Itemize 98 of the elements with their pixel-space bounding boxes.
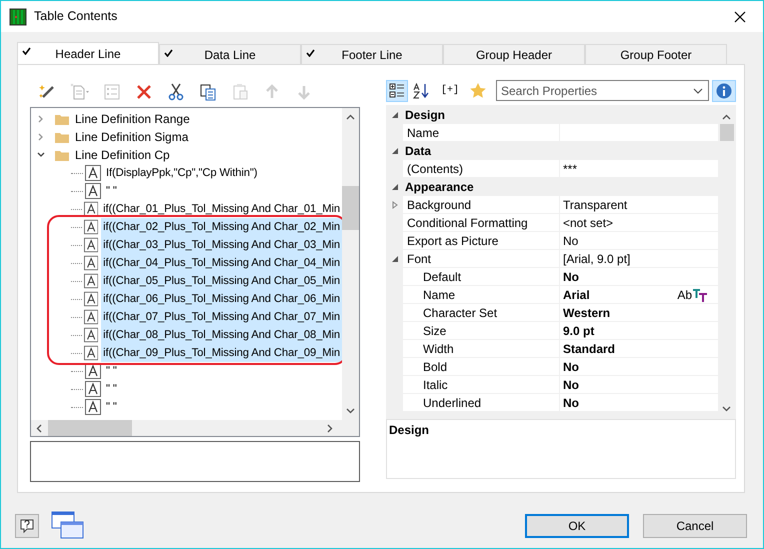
collapse-triangle-icon[interactable] — [391, 146, 399, 154]
property-name: Font — [407, 250, 432, 268]
categorized-view-button[interactable] — [386, 80, 408, 102]
expand-all-button[interactable]: [+] — [436, 80, 464, 102]
folder-icon — [54, 112, 70, 126]
category-header: Appearance — [404, 178, 474, 195]
scrollbar-thumb[interactable] — [720, 124, 734, 141]
property-name: Export as Picture — [407, 232, 498, 250]
property-name: Width — [423, 340, 454, 358]
expand-triangle-icon[interactable] — [391, 200, 399, 208]
check-icon — [306, 49, 315, 57]
property-name: Background — [407, 196, 472, 214]
property-name: Underlined — [423, 394, 482, 412]
tree-item[interactable]: if((Char_08_Plus_Tol_Missing And Char_08_Min — [101, 326, 342, 344]
property-value[interactable]: *** — [563, 160, 578, 178]
tree-item[interactable]: " " — [104, 380, 119, 398]
info-icon — [716, 82, 732, 98]
text-field-icon — [85, 165, 101, 181]
tree-item[interactable]: if((Char_05_Plus_Tol_Missing And Char_05_Min — [101, 272, 342, 290]
text-field-icon — [84, 309, 98, 325]
tree-item[interactable]: if((Char_04_Plus_Tol_Missing And Char_04_Min — [101, 254, 342, 272]
tree-item[interactable]: if((Char_09_Plus_Tol_Missing And Char_09_Min — [101, 344, 342, 362]
text-field-icon — [84, 255, 98, 271]
property-value[interactable]: No — [563, 358, 579, 376]
text-field-icon — [84, 237, 98, 253]
collapse-triangle-icon[interactable] — [391, 254, 399, 262]
tab[interactable]: Data Line — [159, 44, 301, 64]
tab[interactable]: Header Line — [17, 42, 159, 64]
horizontal-scrollbar[interactable] — [31, 420, 359, 436]
close-icon — [734, 10, 746, 22]
property-name: (Contents) — [407, 160, 464, 178]
collapse-triangle-icon[interactable] — [391, 110, 399, 118]
property-name: Default — [423, 268, 462, 286]
dropdown-caret-icon — [693, 88, 703, 94]
collapse-triangle-icon[interactable] — [391, 182, 399, 190]
tree-item[interactable]: if((Char_03_Plus_Tol_Missing And Char_03_Min — [101, 236, 342, 254]
tree-item[interactable]: If(DisplayPpk,"Cp","Cp Within") — [104, 164, 260, 182]
dialog-button[interactable]: OK — [525, 514, 629, 538]
text-field-icon — [84, 327, 98, 343]
folder-icon — [54, 130, 70, 144]
property-name: Name — [407, 124, 440, 142]
text-field-icon — [84, 201, 98, 217]
text-field-icon — [84, 345, 98, 361]
tree-item[interactable]: if((Char_07_Plus_Tol_Missing And Char_07_Min — [101, 308, 342, 326]
tree-item[interactable]: if((Char_01_Plus_Tol_Missing And Char_01_Min — [101, 200, 342, 218]
text-field-icon — [85, 183, 101, 199]
copy-icon[interactable] — [198, 82, 218, 102]
sort-az-icon — [413, 82, 431, 100]
help-icon — [19, 518, 35, 534]
tab[interactable]: Group Footer — [585, 44, 727, 64]
property-value[interactable]: Arial — [563, 286, 590, 304]
text-field-icon — [84, 219, 98, 235]
dialog-button[interactable]: Cancel — [643, 514, 747, 538]
search-field[interactable]: Search Properties — [496, 80, 709, 101]
property-value[interactable]: No — [563, 232, 578, 250]
property-name: Character Set — [423, 304, 498, 322]
text-field-icon — [85, 381, 101, 397]
font-sample: Ab — [677, 286, 692, 304]
tree-item[interactable]: Line Definition Sigma — [73, 128, 190, 146]
scrollbar-thumb[interactable] — [342, 186, 359, 230]
check-icon — [22, 47, 31, 55]
tree-item[interactable]: Line Definition Cp — [73, 146, 172, 164]
tree-item[interactable]: if((Char_02_Plus_Tol_Missing And Char_02_Min — [101, 218, 342, 236]
property-name: Bold — [423, 358, 448, 376]
tree-item[interactable]: " " — [104, 398, 119, 416]
window-title: Table Contents — [34, 8, 118, 26]
app-icon — [9, 8, 27, 26]
property-value[interactable]: No — [563, 376, 579, 394]
info-button[interactable] — [712, 80, 736, 102]
property-value[interactable]: No — [563, 268, 579, 286]
folder-icon — [54, 148, 70, 162]
property-name: Name — [423, 286, 456, 304]
check-icon — [164, 49, 173, 57]
category-header: Design — [404, 106, 446, 123]
category-header: Data — [404, 142, 432, 159]
property-name: Italic — [423, 376, 448, 394]
tree-item[interactable]: " " — [104, 182, 119, 200]
scrollbar-thumb[interactable] — [48, 420, 132, 436]
tab[interactable]: Group Header — [443, 44, 585, 64]
description-title: Design — [389, 423, 430, 437]
property-name: Size — [423, 322, 446, 340]
font-icon — [692, 288, 708, 302]
text-field-icon — [84, 273, 98, 289]
tree-item[interactable]: if((Char_06_Plus_Tol_Missing And Char_06_Min — [101, 290, 342, 308]
tree-item[interactable]: " " — [104, 362, 119, 380]
help-button[interactable] — [15, 514, 39, 538]
vertical-scrollbar[interactable] — [342, 108, 359, 420]
windows-icon[interactable] — [51, 511, 85, 541]
cut-icon[interactable] — [166, 82, 186, 102]
property-value[interactable]: No — [563, 394, 579, 412]
text-field-icon — [84, 291, 98, 307]
text-field-icon — [85, 399, 101, 415]
tab[interactable]: Footer Line — [301, 44, 443, 64]
categorized-view-icon — [388, 82, 406, 100]
star-icon — [469, 82, 487, 100]
tree-item[interactable]: Line Definition Range — [73, 110, 192, 128]
text-area[interactable] — [30, 441, 360, 482]
property-name: Conditional Formatting — [407, 214, 528, 232]
